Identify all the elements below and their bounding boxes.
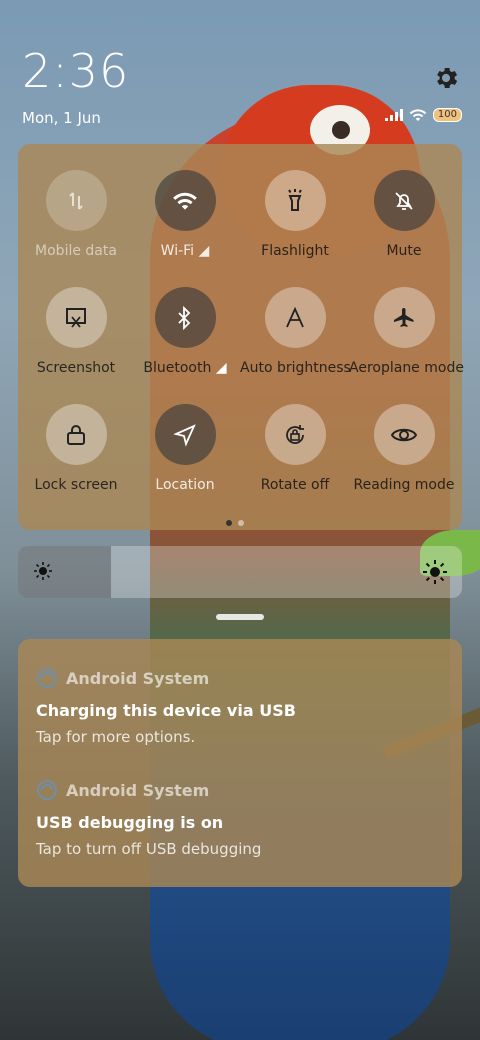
date[interactable]: Mon, 1 Jun: [22, 109, 101, 127]
eye-icon: [373, 404, 435, 465]
tile-location[interactable]: Location: [130, 404, 240, 493]
flashlight-icon: [264, 170, 326, 231]
tile-label: Auto brightness: [240, 360, 351, 376]
android-system-icon: [37, 668, 57, 688]
notification-text: Tap for more options.: [36, 728, 196, 746]
page-indicator[interactable]: [226, 520, 244, 526]
tile-lock-screen[interactable]: Lock screen: [21, 404, 131, 493]
tile-mobile-data[interactable]: Mobile data: [21, 170, 131, 259]
expand-arrow-icon: ◢: [215, 360, 227, 376]
notification-header: Android System: [36, 779, 261, 801]
notification-app-name: Android System: [66, 668, 210, 688]
settings-gear-icon[interactable]: [432, 64, 460, 92]
brightness-high-icon: [423, 560, 447, 584]
notification-title: Charging this device via USB: [36, 701, 296, 720]
tile-mute[interactable]: Mute: [349, 170, 459, 259]
brightness-low-icon: [34, 562, 52, 580]
tile-label-row: Bluetooth ◢: [130, 360, 240, 376]
notification-usb-charging[interactable]: Android System Charging this device via …: [36, 667, 296, 746]
tile-label: Bluetooth: [143, 360, 212, 376]
battery-indicator: 100: [432, 108, 462, 122]
tile-bluetooth[interactable]: Bluetooth ◢: [130, 287, 240, 376]
tile-label: Wi-Fi: [160, 243, 195, 259]
expand-arrow-icon: ◢: [198, 243, 210, 259]
tile-label: Location: [155, 477, 215, 493]
wifi-status-icon: [409, 109, 427, 121]
lock-icon: [45, 404, 107, 465]
tile-screenshot[interactable]: Screenshot: [21, 287, 131, 376]
tile-label: Rotate off: [260, 477, 330, 493]
aeroplane-icon: [373, 287, 435, 348]
notification-title: USB debugging is on: [36, 813, 224, 832]
tile-aeroplane-mode[interactable]: Aeroplane mode: [349, 287, 464, 376]
auto-brightness-icon: [264, 287, 326, 348]
tile-label-row: Wi-Fi ◢: [130, 243, 240, 259]
tile-label: Mute: [386, 243, 422, 259]
notification-text: Tap to turn off USB debugging: [36, 840, 262, 858]
status-icons: 100: [384, 108, 462, 122]
page-dot-active: [226, 520, 232, 526]
signal-icon: [384, 109, 403, 121]
notification-app-name: Android System: [66, 780, 210, 800]
clock[interactable]: 2:36: [22, 48, 129, 94]
tile-label: Aeroplane mode: [349, 360, 464, 376]
tile-label: Screenshot: [36, 360, 116, 376]
mobile-data-icon: [45, 170, 107, 231]
tile-wifi[interactable]: Wi-Fi ◢: [130, 170, 240, 259]
tile-rotate-off[interactable]: Rotate off: [240, 404, 350, 493]
bluetooth-icon: [154, 287, 216, 348]
notification-header: Android System: [36, 667, 296, 689]
screenshot-icon: [45, 287, 107, 348]
notification-usb-debugging[interactable]: Android System USB debugging is on Tap t…: [36, 779, 261, 858]
brightness-slider[interactable]: [18, 546, 462, 598]
tile-label: Mobile data: [35, 243, 117, 259]
location-icon: [154, 404, 216, 465]
tile-flashlight[interactable]: Flashlight: [240, 170, 350, 259]
mute-icon: [373, 170, 435, 231]
tile-label: Flashlight: [261, 243, 329, 259]
page-dot: [238, 520, 244, 526]
drag-handle[interactable]: [216, 614, 264, 620]
tile-label: Reading mode: [353, 477, 455, 493]
rotate-lock-icon: [264, 404, 326, 465]
tile-label: Lock screen: [34, 477, 118, 493]
tile-auto-brightness[interactable]: Auto brightness: [240, 287, 351, 376]
wifi-icon: [154, 170, 216, 231]
android-system-icon: [37, 780, 57, 800]
tile-reading-mode[interactable]: Reading mode: [349, 404, 459, 493]
